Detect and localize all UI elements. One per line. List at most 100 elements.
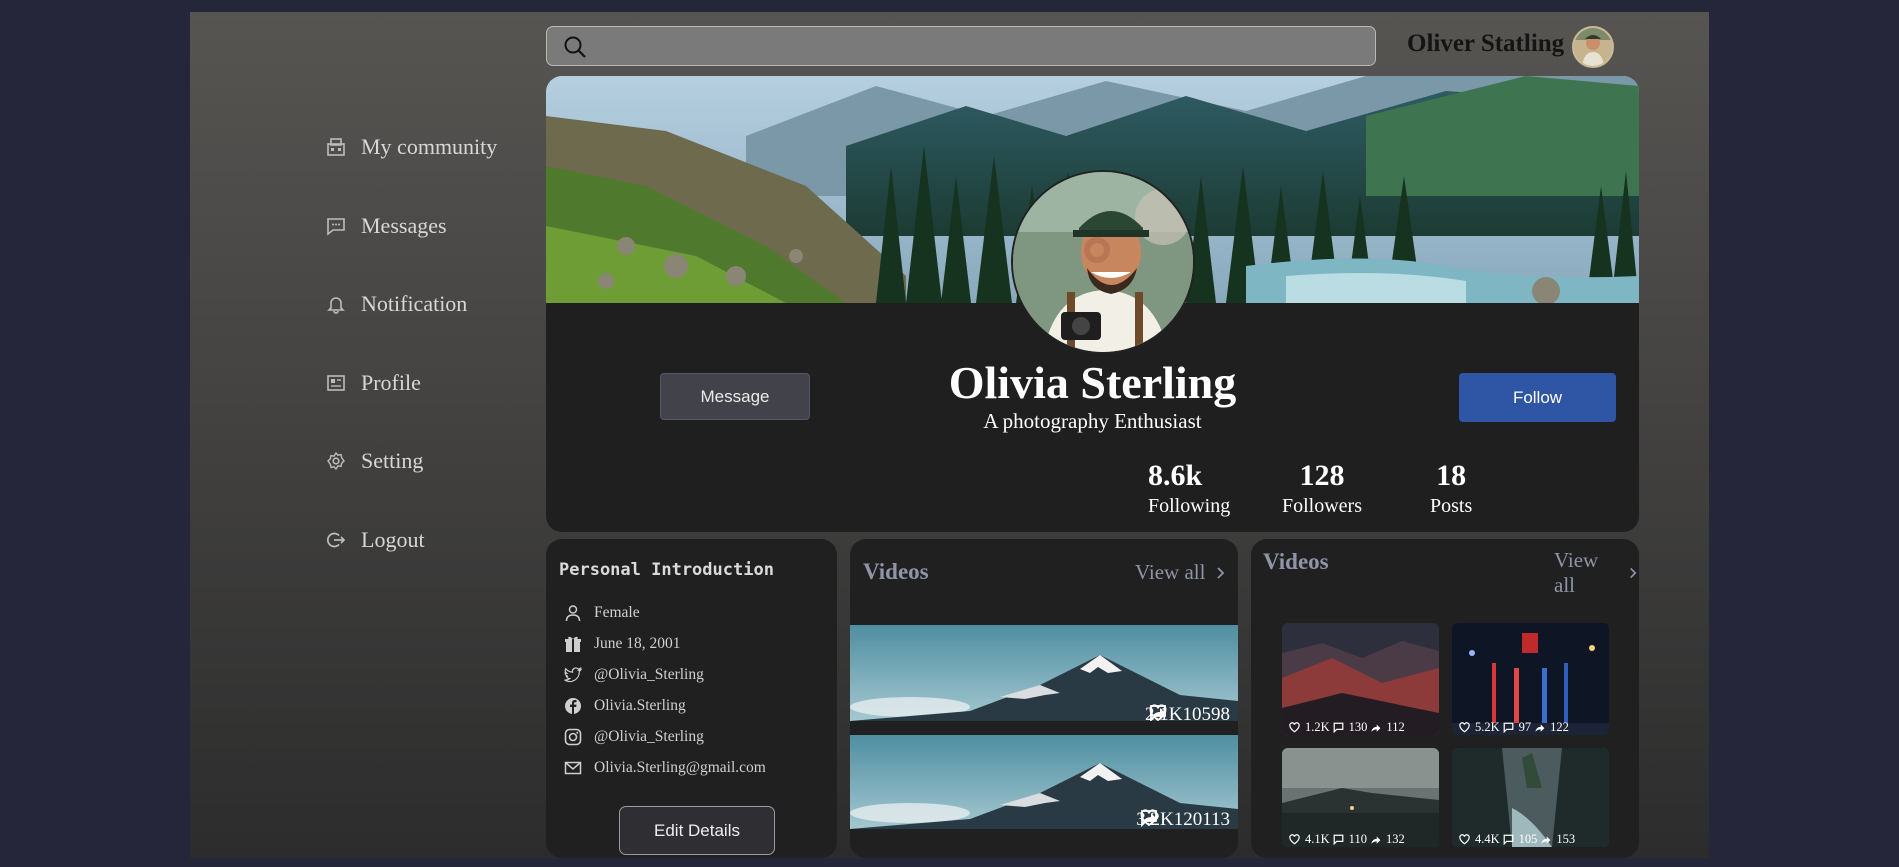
community-icon	[325, 136, 347, 158]
comments-count: 105	[1518, 832, 1538, 846]
stat-posts[interactable]: 18 Posts	[1430, 459, 1472, 518]
search-bar	[546, 26, 1376, 66]
sidebar-item-logout[interactable]: Logout	[325, 501, 565, 580]
avatar[interactable]	[1572, 26, 1614, 68]
share-icon	[1541, 836, 1551, 844]
sidebar-item-label: Setting	[361, 448, 424, 474]
likes-count: 1.2K	[1305, 720, 1330, 734]
likes-count: 5.2K	[1475, 720, 1500, 734]
edit-details-button[interactable]: Edit Details	[619, 806, 775, 855]
mail-icon	[564, 761, 582, 775]
view-all-link[interactable]: View all	[1554, 548, 1639, 598]
intro-email[interactable]: Olivia.Sterling@gmail.com	[564, 759, 766, 777]
share-icon	[1371, 836, 1381, 844]
video-stats: 1.2K 130 112	[1286, 720, 1405, 735]
sidebar-item-label: Messages	[361, 212, 447, 238]
comments-count: 97	[1518, 720, 1532, 734]
view-all-label: View all	[1554, 548, 1599, 597]
stat-following[interactable]: 8.6k Following	[1148, 459, 1230, 518]
personal-introduction-panel: Personal Introduction Female June 18, 20…	[546, 539, 837, 858]
chevron-right-icon	[1217, 566, 1225, 579]
follow-button[interactable]: Follow	[1459, 373, 1616, 422]
videos-panel-right: Videos View all 1.2K 130 112 5.2K 97 122…	[1251, 539, 1639, 858]
intro-text: Olivia.Sterling	[594, 697, 686, 714]
share-icon	[1371, 724, 1381, 732]
intro-gender: Female	[564, 604, 640, 622]
stat-label: Following	[1148, 495, 1231, 517]
comment-icon	[1503, 722, 1514, 733]
sidebar-item-label: My community	[361, 134, 498, 160]
sidebar-item-setting[interactable]: Setting	[325, 422, 565, 501]
intro-text: Female	[594, 604, 640, 621]
video-grid-item[interactable]: 5.2K 97 122	[1452, 623, 1609, 735]
video-stats: 2.1K 105 98	[1145, 704, 1230, 721]
search-icon[interactable]	[563, 35, 587, 59]
video-thumbnail[interactable]: 3.2K 120 113	[850, 735, 1238, 829]
instagram-icon	[564, 728, 582, 746]
logout-icon	[325, 529, 347, 551]
app-window: My community Messages Notification Profi…	[190, 12, 1709, 858]
stat-followers[interactable]: 128 Followers	[1282, 459, 1362, 518]
shares-count: 132	[1385, 832, 1405, 846]
share-icon	[1535, 724, 1545, 732]
chevron-right-icon	[1630, 567, 1637, 579]
intro-birthday: June 18, 2001	[564, 635, 681, 653]
sidebar: My community Messages Notification Profi…	[325, 108, 565, 579]
likes-count: 4.4K	[1475, 832, 1500, 846]
search-input[interactable]	[599, 31, 1359, 61]
stat-label: Followers	[1282, 495, 1362, 517]
video-grid-item[interactable]: 4.1K 110 132	[1282, 748, 1439, 847]
gift-icon	[565, 636, 581, 652]
intro-instagram[interactable]: @Olivia_Sterling	[564, 728, 704, 746]
heart-icon	[1459, 834, 1470, 845]
profile-avatar[interactable]	[1011, 170, 1195, 354]
shares-count: 113	[1202, 809, 1230, 829]
sidebar-item-my-community[interactable]: My community	[325, 108, 565, 187]
comment-icon	[1333, 834, 1344, 845]
gear-icon	[325, 450, 347, 472]
sidebar-item-profile[interactable]: Profile	[325, 344, 565, 423]
comments-count: 130	[1348, 720, 1368, 734]
facebook-icon	[565, 698, 581, 714]
messages-icon	[325, 215, 347, 237]
stat-label: Posts	[1430, 495, 1473, 517]
comment-icon	[1333, 722, 1344, 733]
video-stats: 5.2K 97 122	[1456, 720, 1569, 735]
sidebar-item-messages[interactable]: Messages	[325, 187, 565, 266]
video-stats: 4.4K 105 153	[1456, 832, 1575, 847]
video-stats: 3.2K 120 113	[1136, 809, 1230, 829]
intro-twitter[interactable]: @Olivia_Sterling	[564, 666, 704, 684]
video-thumbnail[interactable]: 2.1K 105 98	[850, 625, 1238, 721]
sidebar-item-label: Notification	[361, 291, 468, 317]
comments-count: 120	[1173, 809, 1203, 829]
panel-title: Videos	[1263, 549, 1329, 574]
twitter-icon	[564, 666, 582, 683]
sidebar-item-label: Logout	[361, 526, 425, 552]
sidebar-item-label: Profile	[361, 369, 421, 395]
video-grid-item[interactable]: 4.4K 105 153	[1452, 748, 1609, 847]
stat-value: 8.6k	[1148, 459, 1203, 492]
intro-text: @Olivia_Sterling	[594, 728, 704, 745]
person-icon	[565, 605, 581, 622]
panel-title: Videos	[863, 559, 929, 584]
shares-count: 112	[1386, 720, 1405, 734]
bell-icon	[325, 293, 347, 315]
intro-text: @Olivia_Sterling	[594, 666, 704, 683]
view-all-link[interactable]: View all	[1135, 560, 1227, 585]
comment-icon	[1503, 834, 1514, 845]
video-grid-item[interactable]: 1.2K 130 112	[1282, 623, 1439, 735]
intro-text: Olivia.Sterling@gmail.com	[594, 759, 766, 776]
likes-count: 4.1K	[1305, 832, 1330, 846]
comments-count: 105	[1182, 704, 1212, 721]
intro-facebook[interactable]: Olivia.Sterling	[564, 697, 686, 715]
stat-value: 18	[1436, 459, 1467, 492]
share-icon	[1151, 708, 1167, 720]
heart-icon	[1459, 722, 1470, 733]
stat-value: 128	[1299, 459, 1345, 492]
shares-count: 98	[1211, 704, 1230, 721]
sidebar-item-notification[interactable]: Notification	[325, 265, 565, 344]
heart-icon	[1289, 834, 1300, 845]
view-all-label: View all	[1135, 560, 1206, 584]
comments-count: 110	[1348, 832, 1367, 846]
panel-title: Personal Introduction	[559, 560, 774, 580]
